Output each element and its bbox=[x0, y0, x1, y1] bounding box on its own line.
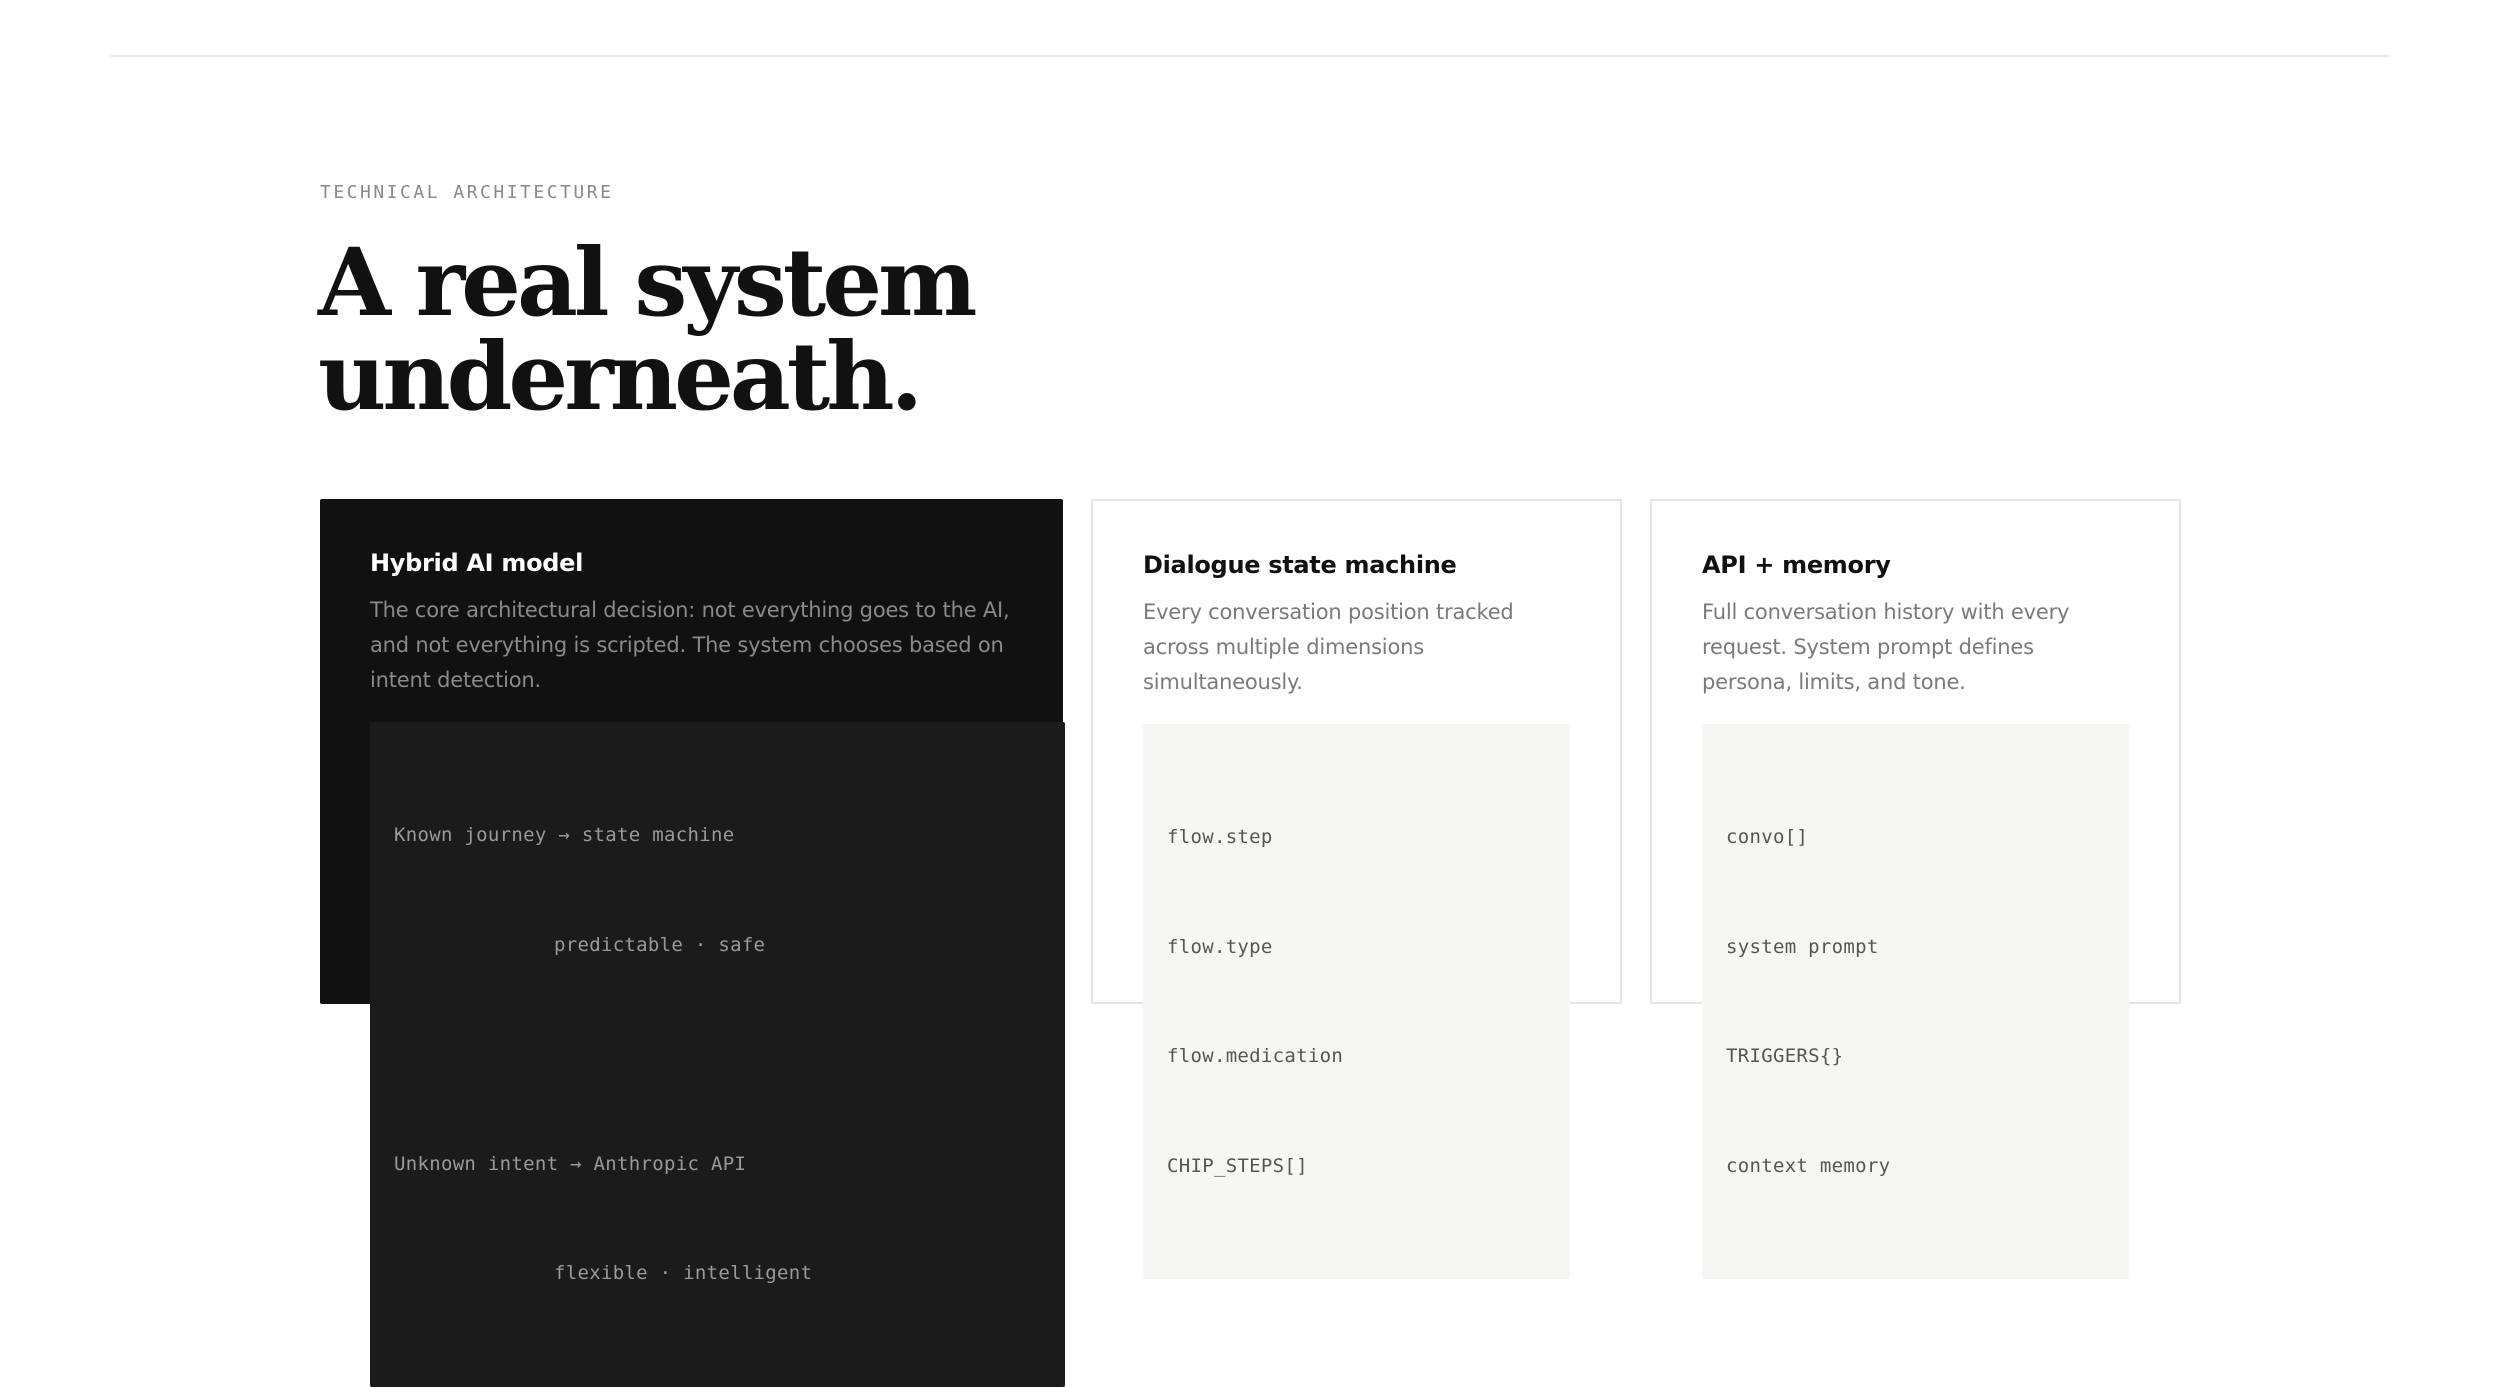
headline-line-1: A real system bbox=[318, 228, 977, 338]
code-line: system prompt bbox=[1726, 935, 1879, 958]
code-line: convo[] bbox=[1726, 826, 1809, 848]
code-snippet: flow.step flow.type flow.medication CHIP… bbox=[1143, 724, 1570, 1279]
code-line: Known journey → state machine bbox=[394, 824, 735, 846]
card-api-memory: API + memory Full conversation history w… bbox=[1650, 499, 2181, 1279]
card-title: Hybrid AI model bbox=[370, 549, 584, 577]
code-line: flexible · intelligent bbox=[554, 1262, 813, 1284]
architecture-cards: Hybrid AI model The core architectural d… bbox=[320, 499, 2181, 1387]
code-line: context memory bbox=[1726, 1154, 1891, 1177]
card-description: The core architectural decision: not eve… bbox=[370, 598, 1010, 692]
card-title: API + memory bbox=[1702, 551, 1891, 579]
code-snippet: convo[] system prompt TRIGGERS{} context… bbox=[1702, 724, 2129, 1279]
section-eyebrow: TECHNICAL ARCHITECTURE bbox=[320, 182, 614, 203]
card-hybrid-ai-model: Hybrid AI model The core architectural d… bbox=[320, 499, 1065, 1387]
card-title: Dialogue state machine bbox=[1143, 551, 1457, 579]
technical-architecture-section: TECHNICAL ARCHITECTURE A real system und… bbox=[318, 0, 2181, 1387]
code-line: Unknown intent → Anthropic API bbox=[394, 1152, 747, 1175]
code-line: TRIGGERS{} bbox=[1726, 1045, 1844, 1067]
code-snippet: Known journey → state machine predictabl… bbox=[370, 722, 1065, 1387]
code-line: predictable · safe bbox=[554, 933, 766, 956]
headline-line-2: underneath. bbox=[318, 322, 923, 432]
code-line: flow.type bbox=[1167, 935, 1273, 958]
card-dialogue-state-machine: Dialogue state machine Every conversatio… bbox=[1091, 499, 1622, 1279]
section-headline: A real system underneath. bbox=[318, 228, 977, 432]
code-line: flow.step bbox=[1167, 826, 1273, 848]
code-line: CHIP_STEPS[] bbox=[1167, 1154, 1308, 1177]
card-description: Full conversation history with every req… bbox=[1702, 600, 2070, 694]
card-description: Every conversation position tracked acro… bbox=[1143, 600, 1514, 694]
code-line: flow.medication bbox=[1167, 1045, 1344, 1067]
